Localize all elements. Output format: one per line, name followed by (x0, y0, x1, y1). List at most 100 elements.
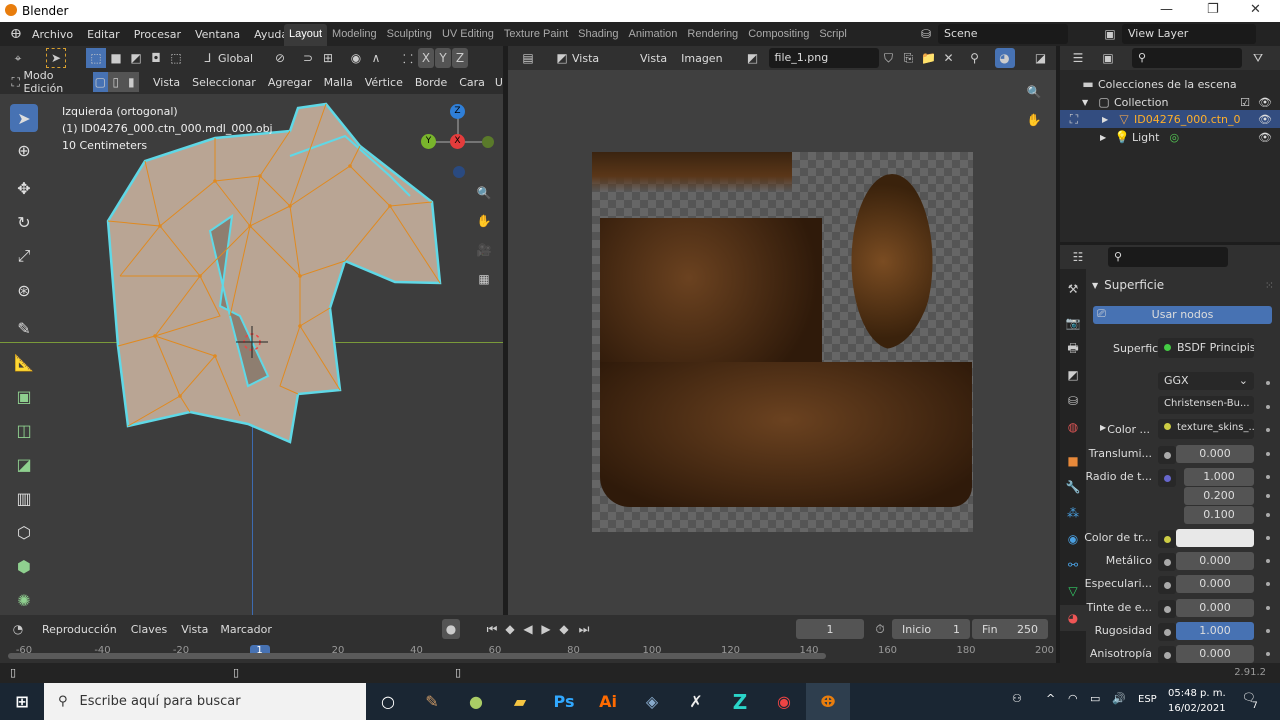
pin-icon[interactable]: ⚲ (965, 48, 985, 68)
tray-chevron-icon[interactable]: ^ (1046, 692, 1055, 705)
keyframe-dot[interactable] (1266, 452, 1270, 456)
close-button[interactable]: ✕ (1250, 2, 1261, 17)
menu-procesar[interactable]: Procesar (134, 28, 181, 41)
start-frame-field[interactable]: Inicio 1 (892, 619, 970, 639)
socket-button[interactable] (1158, 576, 1176, 594)
chrome-icon[interactable]: ◉ (762, 683, 806, 720)
menu-editar[interactable]: Editar (87, 28, 120, 41)
annotate-tool-icon[interactable]: ✎ (10, 314, 38, 342)
transform-tool-icon[interactable]: ⊛ (10, 276, 38, 304)
menu-imagen[interactable]: Imagen (681, 52, 722, 65)
ortho-grid-icon[interactable]: ▦ (474, 269, 494, 289)
play-reverse-icon[interactable]: ◀ (520, 619, 536, 639)
editor-type-icon[interactable]: ☷ (1068, 247, 1088, 267)
next-keyframe-icon[interactable]: ◆ (556, 619, 572, 639)
collapse-icon[interactable]: ▼ (1092, 281, 1098, 290)
subsurface-radius-x-field[interactable]: 1.000 (1184, 468, 1254, 486)
menu-vista[interactable]: Vista (640, 52, 667, 65)
translucency-field[interactable]: 0.000 (1176, 445, 1254, 463)
windows-start-icon[interactable]: ⊞ (0, 683, 44, 720)
view-layer-icon[interactable]: ▣ (1100, 24, 1120, 44)
wifi-icon[interactable]: ◠ (1068, 692, 1078, 705)
menu-ventana[interactable]: Ventana (195, 28, 240, 41)
current-frame-field[interactable]: 1 (796, 619, 864, 639)
socket-button[interactable] (1158, 446, 1176, 464)
keyframe-dot[interactable] (1266, 513, 1270, 517)
checkbox-icon[interactable]: ☑ (1240, 96, 1250, 109)
file-explorer-icon[interactable]: ▰ (498, 683, 542, 720)
constraints-tab-icon[interactable]: ⚯ (1063, 555, 1083, 575)
select-box-tool-icon[interactable]: ➤ (10, 104, 38, 132)
open-image-icon[interactable]: 📁 (919, 48, 939, 68)
illustrator-icon[interactable]: Ai (586, 683, 630, 720)
pan-hand-icon[interactable]: ✋ (1024, 110, 1044, 130)
image-browse-icon[interactable]: ◩ (743, 48, 763, 68)
prev-keyframe-icon[interactable]: ◆ (502, 619, 518, 639)
drag-handle-icon[interactable]: ⁙ (1265, 279, 1274, 292)
base-color-texture-field[interactable]: texture_skins_... (1158, 419, 1254, 439)
surface-shader-field[interactable]: BSDF Principista (1158, 338, 1254, 358)
language-indicator[interactable]: ESP (1138, 694, 1157, 705)
anisotropic-field[interactable]: 0.000 (1176, 645, 1254, 663)
output-tab-icon[interactable]: 🖶 (1063, 339, 1083, 359)
taskbar-search[interactable]: ⚲ Escribe aquí para buscar (44, 683, 366, 720)
eye-icon[interactable]: 👁 (1258, 131, 1272, 144)
keyframe-dot[interactable] (1266, 536, 1270, 540)
inset-tool-icon[interactable]: ◫ (10, 416, 38, 444)
tab-uv-editing[interactable]: UV Editing (437, 24, 499, 46)
gizmo-neg-y[interactable] (482, 136, 494, 148)
subsurface-color-field[interactable] (1176, 529, 1254, 547)
rotate-tool-icon[interactable]: ↻ (10, 208, 38, 236)
jump-start-icon[interactable]: ⏮ (484, 619, 500, 639)
modifier-tab-icon[interactable]: 🔧 (1063, 477, 1083, 497)
scene-field[interactable]: Scene (938, 24, 1068, 44)
pan-hand-icon[interactable]: ✋ (474, 211, 494, 231)
menu-vista[interactable]: Vista (181, 623, 208, 636)
scene-collection-row[interactable]: ▬ Colecciones de la escena (1078, 74, 1236, 94)
navigation-gizmo[interactable]: Z Y X (418, 104, 498, 184)
zoom-icon[interactable]: 🔍 (1024, 82, 1044, 102)
extrude-tool-icon[interactable]: ▣ (10, 382, 38, 410)
expand-icon[interactable]: ▶ (1102, 115, 1114, 124)
keyframe-dot[interactable] (1266, 559, 1270, 563)
properties-search-input[interactable]: ⚲ (1108, 247, 1228, 267)
tab-compositing[interactable]: Compositing (743, 24, 814, 46)
timeline-scrollbar[interactable] (8, 653, 826, 659)
maximize-button[interactable]: ❐ (1207, 2, 1219, 17)
jump-end-icon[interactable]: ⏭ (576, 619, 592, 639)
socket-button[interactable] (1158, 600, 1176, 618)
unlink-image-icon[interactable]: ✕ (939, 48, 959, 68)
outliner-search-input[interactable]: ⚲ (1132, 48, 1242, 68)
tab-animation[interactable]: Animation (624, 24, 683, 46)
subsurface-method-dropdown[interactable]: Christensen-Bu... (1158, 396, 1254, 414)
cursor-tool-icon[interactable]: ⊕ (10, 136, 38, 164)
editor-type-icon[interactable]: ☰ (1068, 48, 1088, 68)
subsurface-radius-z-field[interactable]: 0.100 (1184, 506, 1254, 524)
keyframe-dot[interactable] (1266, 629, 1270, 633)
auto-keying-button[interactable]: ● (442, 619, 460, 639)
clock[interactable]: 05:48 p. m. 16/02/2021 (1168, 686, 1226, 716)
scene-tab-icon[interactable]: ⛁ (1063, 391, 1083, 411)
app-icon-xd[interactable]: ✗ (674, 683, 718, 720)
expand-icon[interactable]: ▶ (1100, 133, 1112, 142)
zoom-icon[interactable]: 🔍 (474, 183, 494, 203)
menu-reproduccion[interactable]: Reproducción (42, 623, 117, 636)
tab-shading[interactable]: Shading (573, 24, 623, 46)
eye-icon[interactable]: 👁 (1258, 96, 1272, 109)
tab-sculpting[interactable]: Sculpting (382, 24, 437, 46)
gizmo-x[interactable]: X (450, 134, 465, 149)
expand-icon[interactable]: ▶ (1100, 423, 1106, 432)
keyframe-dot[interactable] (1266, 405, 1270, 409)
view-layer-field[interactable]: View Layer (1122, 24, 1256, 44)
keyframe-dot[interactable] (1266, 582, 1270, 586)
socket-button[interactable] (1158, 623, 1176, 641)
move-tool-icon[interactable]: ✥ (10, 174, 38, 202)
end-frame-field[interactable]: Fin 250 (972, 619, 1048, 639)
keyframe-dot[interactable] (1266, 652, 1270, 656)
particles-tab-icon[interactable]: ⁂ (1063, 503, 1083, 523)
stopwatch-icon[interactable]: ⏱ (870, 619, 890, 639)
keyframe-dot[interactable] (1266, 381, 1270, 385)
tab-rendering[interactable]: Rendering (682, 24, 743, 46)
specular-field[interactable]: 0.000 (1176, 575, 1254, 593)
keyframe-dot[interactable] (1266, 475, 1270, 479)
